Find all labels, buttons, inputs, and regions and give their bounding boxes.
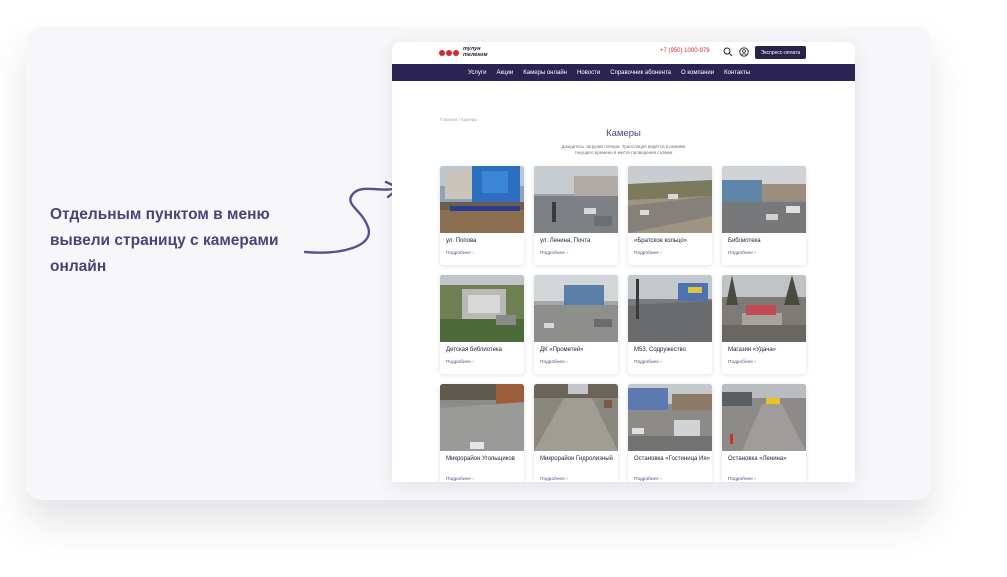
camera-title: ул. Попова	[446, 238, 477, 244]
camera-more-link[interactable]: Подробнее ›	[540, 477, 568, 482]
main-nav: Услуги Акции Камеры онлайн Новости Справ…	[392, 64, 855, 81]
nav-item-news[interactable]: Новости	[577, 70, 600, 76]
camera-preview-image	[722, 384, 806, 451]
logo-mark-icon	[439, 49, 445, 56]
caption-line-3: онлайн	[50, 258, 107, 275]
camera-card[interactable]: Магазин «Удача» Подробнее ›	[722, 275, 806, 374]
user-account-icon[interactable]	[739, 47, 749, 57]
logo-mark-icon	[446, 49, 452, 56]
slide-caption: Отдельным пунктом в меню вывели страницу…	[50, 202, 310, 280]
camera-card[interactable]: Остановка «Ленина» Подробнее ›	[722, 384, 806, 482]
curved-arrow-icon	[303, 180, 401, 254]
logo-line-2: телеком	[463, 51, 488, 58]
camera-more-link[interactable]: Подробнее ›	[728, 477, 756, 482]
camera-more-link[interactable]: Подробнее ›	[540, 360, 568, 365]
camera-title: Остановка «Гостиница Ия»	[634, 456, 710, 462]
camera-card[interactable]: ул. Ленина, Почта Подробнее ›	[534, 166, 618, 265]
camera-preview-image	[722, 166, 806, 233]
nav-item-about[interactable]: О компании	[681, 70, 714, 76]
camera-title: ул. Ленина, Почта	[540, 238, 591, 244]
caption-line-2: вывели страницу с камерами	[50, 232, 279, 249]
camera-more-link[interactable]: Подробнее ›	[634, 477, 662, 482]
camera-more-link[interactable]: Подробнее ›	[634, 251, 662, 256]
logo-text: тулун телеком	[463, 46, 488, 58]
page-subtitle: Дождитесь загрузки плеера. Трансляция ве…	[561, 144, 686, 155]
site-logo[interactable]: тулун телеком	[439, 46, 488, 58]
camera-preview-image	[440, 166, 524, 233]
camera-title: Магазин «Удача»	[728, 347, 776, 353]
camera-preview-image	[722, 275, 806, 342]
camera-card[interactable]: ул. Попова Подробнее ›	[440, 166, 524, 265]
camera-title: Библиотека	[728, 238, 761, 244]
camera-title: Микрорайон Угольщиков	[446, 456, 515, 462]
camera-card[interactable]: Микрорайон Гидролизный Подробнее ›	[534, 384, 618, 482]
camera-preview-image	[534, 384, 618, 451]
nav-item-cameras[interactable]: Камеры онлайн	[523, 70, 567, 76]
camera-title: Микрорайон Гидролизный	[540, 456, 613, 462]
site-header: тулун телеком +7 (950) 1000-979 Экспресс…	[392, 42, 855, 64]
logo-mark-icon	[453, 49, 459, 56]
camera-title: ДК «Прометей»	[540, 347, 584, 353]
phone-link[interactable]: +7 (950) 1000-979	[660, 48, 710, 54]
breadcrumb[interactable]: Главная / Камеры	[440, 117, 477, 122]
website-screenshot: тулун телеком +7 (950) 1000-979 Экспресс…	[392, 42, 855, 482]
camera-more-link[interactable]: Подробнее ›	[728, 360, 756, 365]
camera-more-link[interactable]: Подробнее ›	[446, 477, 474, 482]
camera-more-link[interactable]: Подробнее ›	[446, 251, 474, 256]
camera-preview-image	[628, 166, 712, 233]
search-icon[interactable]	[723, 47, 733, 57]
camera-card[interactable]: Остановка «Гостиница Ия» Подробнее ›	[628, 384, 712, 482]
camera-title: Детская библиотека	[446, 347, 503, 353]
page-title: Камеры	[606, 128, 641, 139]
express-pay-button[interactable]: Экспресс-оплата	[755, 46, 806, 59]
camera-card[interactable]: ДК «Прометей» Подробнее ›	[534, 275, 618, 374]
camera-title: Остановка «Ленина»	[728, 456, 787, 462]
camera-card[interactable]: Библиотека Подробнее ›	[722, 166, 806, 265]
camera-preview-image	[628, 384, 712, 451]
nav-item-promos[interactable]: Акции	[496, 70, 513, 76]
camera-card[interactable]: Детская библиотека Подробнее ›	[440, 275, 524, 374]
nav-item-services[interactable]: Услуги	[468, 70, 486, 76]
camera-preview-image	[440, 384, 524, 451]
camera-card[interactable]: «Братское кольцо» Подробнее ›	[628, 166, 712, 265]
camera-title: М53, Содружество	[634, 347, 686, 353]
camera-preview-image	[628, 275, 712, 342]
camera-more-link[interactable]: Подробнее ›	[540, 251, 568, 256]
camera-more-link[interactable]: Подробнее ›	[446, 360, 474, 365]
camera-preview-image	[440, 275, 524, 342]
camera-more-link[interactable]: Подробнее ›	[728, 251, 756, 256]
camera-card[interactable]: М53, Содружество Подробнее ›	[628, 275, 712, 374]
camera-card[interactable]: Микрорайон Угольщиков Подробнее ›	[440, 384, 524, 482]
camera-more-link[interactable]: Подробнее ›	[634, 360, 662, 365]
nav-item-help[interactable]: Справочник абонента	[610, 70, 671, 76]
nav-item-contacts[interactable]: Контакты	[724, 70, 750, 76]
caption-line-1: Отдельным пунктом в меню	[50, 206, 270, 223]
camera-title: «Братское кольцо»	[634, 238, 688, 244]
camera-preview-image	[534, 275, 618, 342]
camera-preview-image	[534, 166, 618, 233]
camera-grid: ул. Попова Подробнее › ул. Ленина, Почта…	[440, 166, 806, 482]
